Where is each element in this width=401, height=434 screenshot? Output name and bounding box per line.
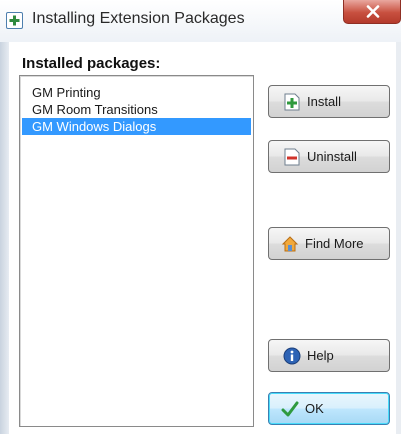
window-frame-right xyxy=(396,42,401,434)
installed-packages-list[interactable]: GM Printing GM Room Transitions GM Windo… xyxy=(19,75,254,427)
checkmark-icon xyxy=(281,401,299,417)
title-bar: Installing Extension Packages xyxy=(0,0,401,42)
ok-button-label: OK xyxy=(305,401,324,416)
close-icon xyxy=(366,5,380,18)
window-frame-left xyxy=(0,42,9,434)
install-icon xyxy=(284,93,300,111)
ok-button[interactable]: OK xyxy=(268,392,390,425)
list-item[interactable]: GM Room Transitions xyxy=(22,101,251,118)
install-button-label: Install xyxy=(307,94,341,109)
uninstall-button[interactable]: Uninstall xyxy=(268,140,390,173)
close-button[interactable] xyxy=(343,0,401,24)
list-item-selected[interactable]: GM Windows Dialogs xyxy=(22,118,251,135)
installed-packages-label: Installed packages: xyxy=(22,55,161,72)
find-more-button-label: Find More xyxy=(305,236,364,251)
list-item[interactable]: GM Printing xyxy=(22,84,251,101)
window-title: Installing Extension Packages xyxy=(32,10,245,27)
help-button[interactable]: Help xyxy=(268,339,390,372)
plus-icon xyxy=(6,12,23,29)
install-button[interactable]: Install xyxy=(268,85,390,118)
help-button-label: Help xyxy=(307,348,334,363)
uninstall-icon xyxy=(284,148,300,166)
find-more-button[interactable]: Find More xyxy=(268,227,390,260)
info-icon xyxy=(283,347,301,365)
find-more-icon xyxy=(281,236,299,252)
uninstall-button-label: Uninstall xyxy=(307,149,357,164)
